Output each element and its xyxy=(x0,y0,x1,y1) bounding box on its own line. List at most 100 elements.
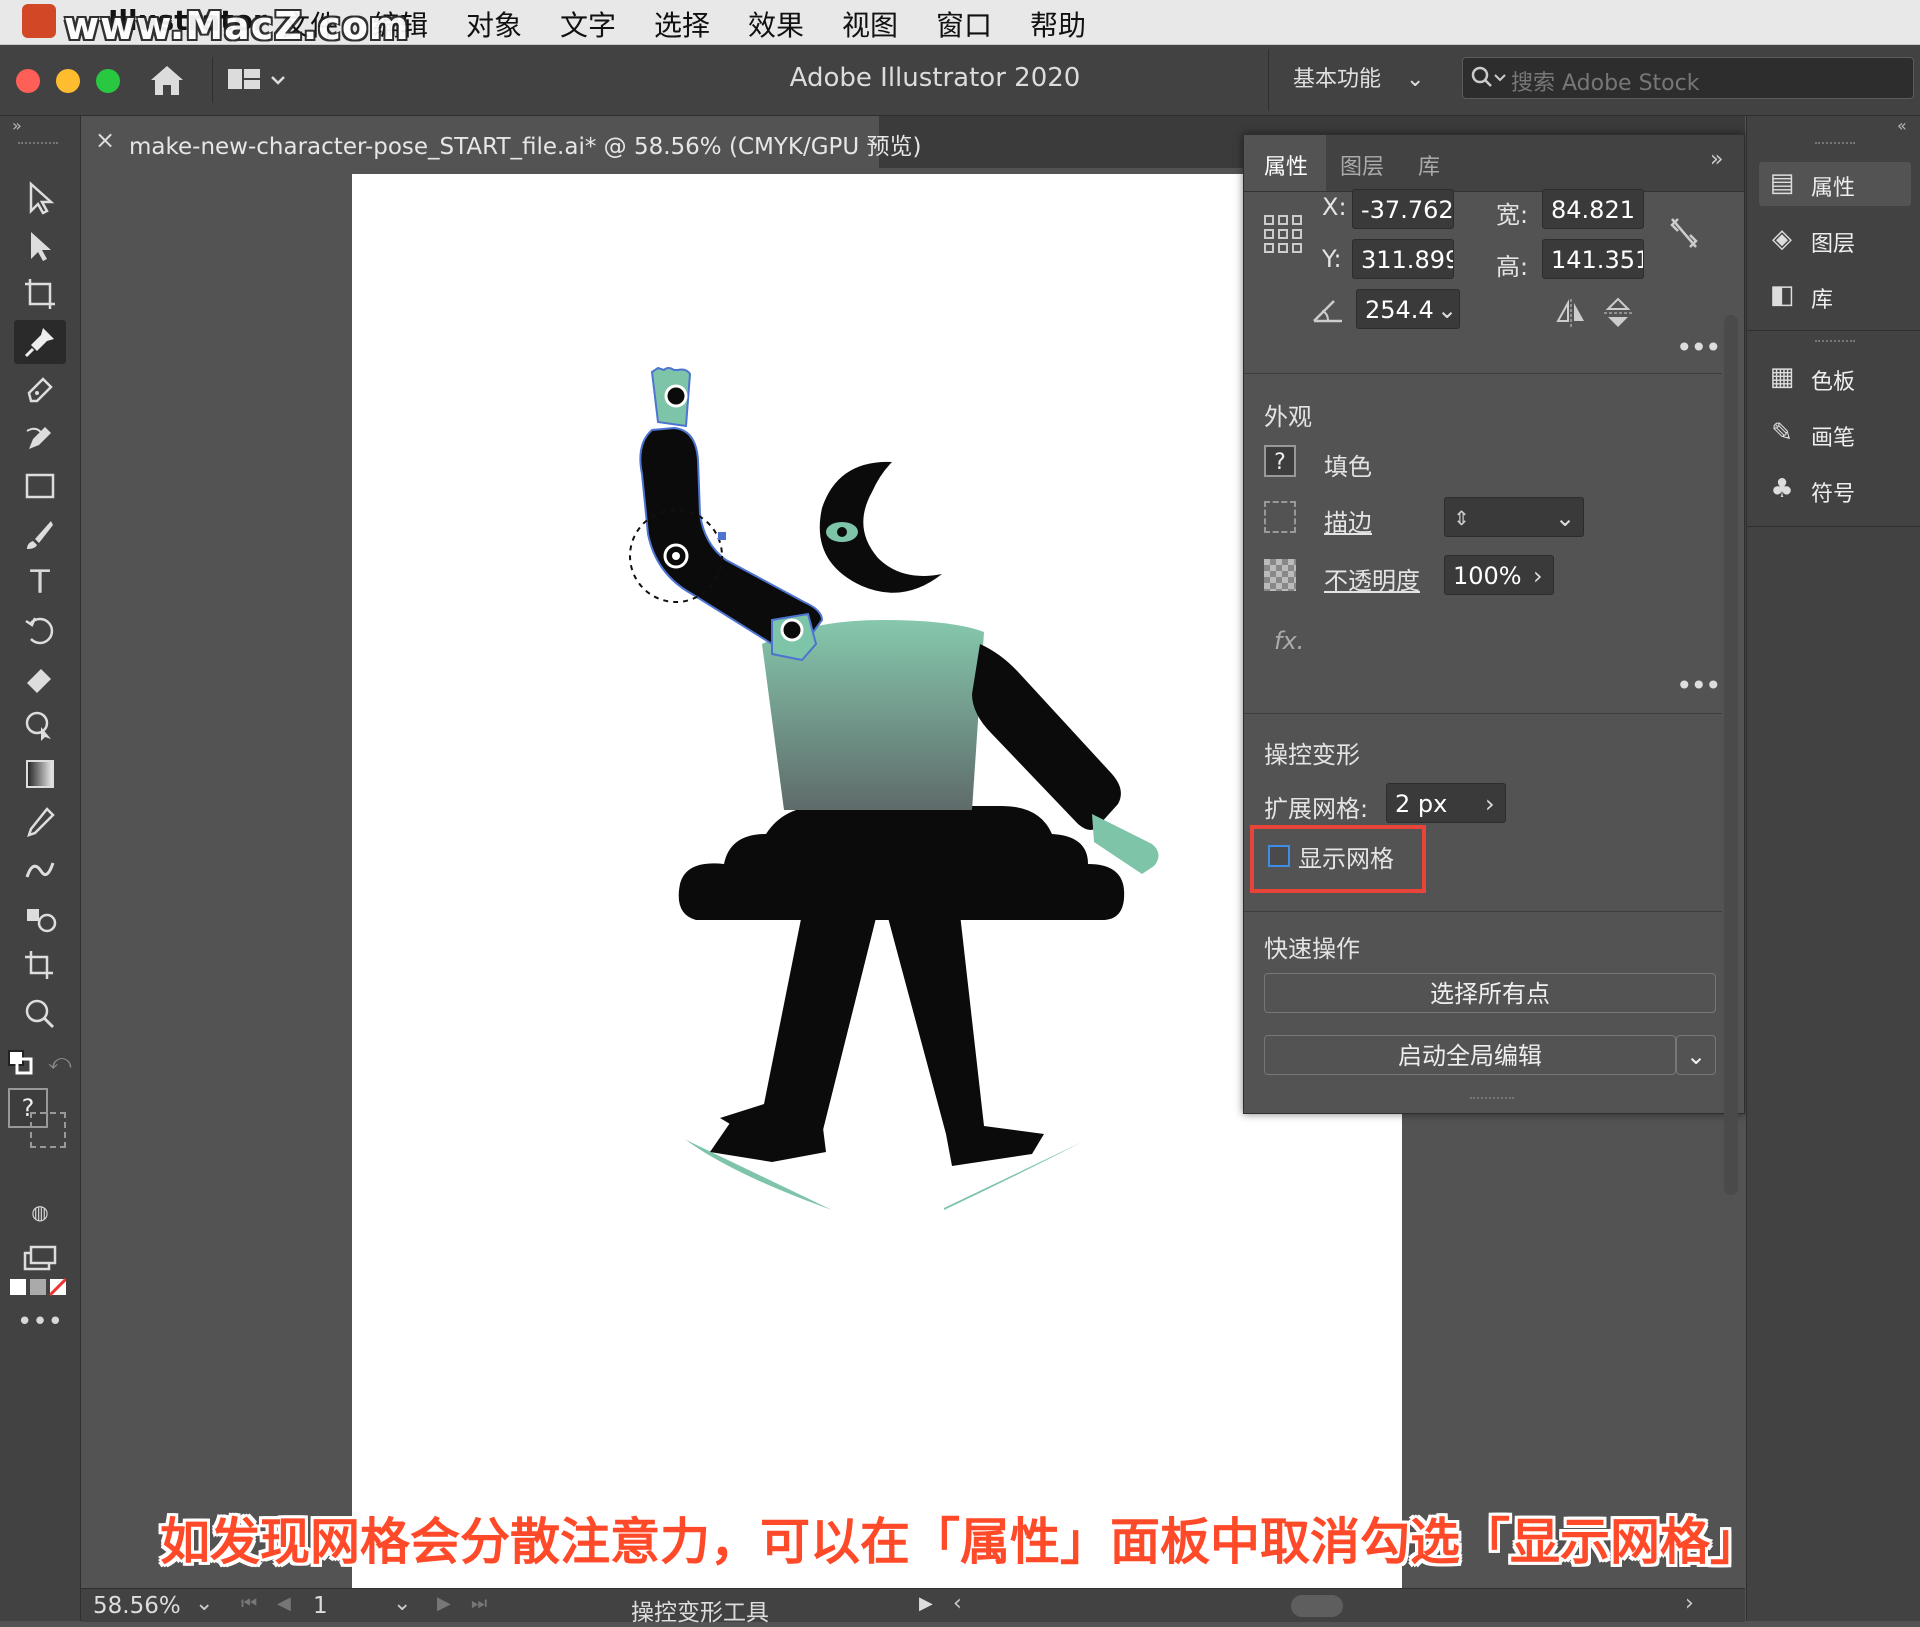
select-all-points-button[interactable]: 选择所有点 xyxy=(1264,973,1716,1013)
global-edit-button[interactable]: 启动全局编辑 xyxy=(1264,1035,1676,1075)
more-transform-options-icon[interactable]: ••• xyxy=(1676,331,1722,364)
curvature-tool-icon[interactable] xyxy=(14,416,66,460)
prev-page-icon[interactable]: ◀ xyxy=(277,1593,291,1614)
blend-tool-icon[interactable] xyxy=(14,896,66,940)
menu-select[interactable]: 选择 xyxy=(654,4,710,44)
collapse-dock-icon[interactable]: « xyxy=(1897,116,1907,135)
flip-vertical-icon[interactable] xyxy=(1604,297,1632,329)
page-chevron-down-icon[interactable]: ⌄ xyxy=(393,1591,411,1616)
chevron-down-icon[interactable]: ⌄ xyxy=(1437,290,1457,328)
rotate-input[interactable]: 254.4 ⌄ xyxy=(1356,289,1460,329)
menu-object[interactable]: 对象 xyxy=(466,4,522,44)
direct-selection-tool-icon[interactable] xyxy=(14,224,66,268)
paintbrush-tool-icon[interactable] xyxy=(14,512,66,556)
swatches-icon: ▦ xyxy=(1769,362,1795,392)
status-menu-icon[interactable]: ▶ xyxy=(919,1593,933,1614)
menu-help[interactable]: 帮助 xyxy=(1030,4,1086,44)
chevron-right-icon[interactable]: › xyxy=(1485,784,1495,822)
menu-window[interactable]: 窗口 xyxy=(936,4,992,44)
scroll-right-icon[interactable]: › xyxy=(1685,1591,1694,1616)
screen-mode-icon[interactable] xyxy=(14,1236,66,1280)
color-mode-icons[interactable] xyxy=(10,1277,68,1297)
height-input[interactable]: 141.351 xyxy=(1542,239,1644,279)
selection-tool-icon[interactable] xyxy=(14,176,66,220)
width-input[interactable]: 84.821 p xyxy=(1542,189,1644,229)
draw-mode-icon[interactable]: ◍ xyxy=(14,1190,66,1234)
rotate-handle[interactable] xyxy=(718,532,726,540)
next-page-icon[interactable]: ▶ xyxy=(437,1593,451,1614)
dock-item-libraries[interactable]: ◧ 库 xyxy=(1759,274,1911,318)
panel-scrollbar[interactable] xyxy=(1724,315,1738,1195)
pin-shoulder[interactable] xyxy=(780,618,804,642)
rectangle-tool-icon[interactable] xyxy=(14,464,66,508)
constrain-proportions-icon[interactable] xyxy=(1668,215,1700,251)
chevron-down-icon[interactable]: ⌄ xyxy=(1555,498,1575,536)
panel-collapse-icon[interactable]: » xyxy=(1710,147,1723,172)
shape-builder-tool-icon[interactable] xyxy=(14,704,66,748)
dock-item-symbols[interactable]: ♣ 符号 xyxy=(1759,468,1911,512)
dock-grip[interactable] xyxy=(1815,142,1855,150)
symbol-sprayer-tool-icon[interactable] xyxy=(14,848,66,892)
zoom-chevron-down-icon[interactable]: ⌄ xyxy=(195,1591,213,1616)
dock-grip[interactable] xyxy=(1815,340,1855,348)
tab-layers[interactable]: 图层 xyxy=(1340,149,1384,181)
zoom-level[interactable]: 58.56% xyxy=(93,1593,181,1619)
dock-label-brushes: 画笔 xyxy=(1811,426,1856,451)
dock-item-properties[interactable]: ▤ 属性 xyxy=(1759,162,1911,206)
show-mesh-checkbox[interactable] xyxy=(1268,845,1290,867)
stepper-icon[interactable]: ⇕ xyxy=(1453,498,1470,536)
document-tab[interactable]: × make-new-character-pose_START_file.ai*… xyxy=(81,116,922,168)
flip-horizontal-icon[interactable] xyxy=(1554,299,1588,327)
pin-hand[interactable] xyxy=(664,384,688,408)
swap-fill-stroke-icon[interactable]: ⤺ xyxy=(48,1050,72,1075)
expand-mesh-input[interactable]: 2 px › xyxy=(1386,783,1506,823)
more-tools-icon[interactable]: ••• xyxy=(14,1300,66,1344)
opacity-label[interactable]: 不透明度 xyxy=(1324,561,1420,596)
first-page-icon[interactable]: ⏮ xyxy=(241,1593,257,1614)
rotate-tool-icon[interactable] xyxy=(14,608,66,652)
tab-libraries[interactable]: 库 xyxy=(1418,149,1440,181)
pen-tool-icon[interactable] xyxy=(14,368,66,412)
fx-icon[interactable]: fx. xyxy=(1274,627,1304,655)
menu-view[interactable]: 视图 xyxy=(842,4,898,44)
stroke-weight-input[interactable]: ⇕ ⌄ xyxy=(1444,497,1584,537)
last-page-icon[interactable]: ⏭ xyxy=(471,1593,487,1614)
horizontal-scroll-thumb[interactable] xyxy=(1291,1595,1343,1617)
properties-icon: ▤ xyxy=(1769,168,1795,198)
close-tab-button[interactable]: × xyxy=(95,126,115,154)
dock-item-layers[interactable]: ◈ 图层 xyxy=(1759,218,1911,262)
y-input[interactable]: 311.899 xyxy=(1352,239,1454,279)
eyedropper-tool-icon[interactable] xyxy=(14,800,66,844)
page-number[interactable]: 1 xyxy=(313,1593,328,1619)
x-input[interactable]: -37.762( xyxy=(1352,189,1454,229)
reference-point-icon[interactable] xyxy=(1264,215,1302,253)
chevron-right-icon[interactable]: › xyxy=(1533,556,1543,594)
tab-properties[interactable]: 属性 xyxy=(1264,149,1308,181)
workspace-switcher[interactable]: 基本功能 ⌄ xyxy=(1268,49,1424,111)
puppet-warp-tool-icon[interactable] xyxy=(14,320,66,364)
show-mesh-label[interactable]: 显示网格 xyxy=(1298,839,1394,874)
zoom-tool-icon[interactable] xyxy=(14,992,66,1036)
opacity-input[interactable]: 100% › xyxy=(1444,555,1554,595)
more-appearance-options-icon[interactable]: ••• xyxy=(1676,669,1722,702)
fill-swatch[interactable]: ? xyxy=(1264,445,1296,477)
menu-effect[interactable]: 效果 xyxy=(748,4,804,44)
dock-item-brushes[interactable]: ✎ 画笔 xyxy=(1759,412,1911,456)
stock-search-input[interactable]: 搜索 Adobe Stock xyxy=(1462,57,1914,99)
stroke-swatch-icon[interactable] xyxy=(30,1112,66,1148)
scroll-left-icon[interactable]: ‹ xyxy=(953,1591,962,1616)
stroke-label[interactable]: 描边 xyxy=(1324,503,1372,538)
panel-resize-grip[interactable] xyxy=(1470,1097,1514,1105)
collapse-toolbar-icon[interactable]: » xyxy=(12,116,22,135)
global-edit-options-chevron-icon[interactable]: ⌄ xyxy=(1676,1035,1716,1075)
toolbar-grip[interactable] xyxy=(18,142,58,150)
artboard-tool-icon[interactable] xyxy=(14,272,66,316)
gradient-tool-icon[interactable] xyxy=(14,752,66,796)
eraser-tool-icon[interactable] xyxy=(14,656,66,700)
dock-item-swatches[interactable]: ▦ 色板 xyxy=(1759,356,1911,400)
default-fill-stroke-icon[interactable] xyxy=(8,1050,34,1076)
stroke-swatch[interactable] xyxy=(1264,501,1296,533)
crop-tool-icon[interactable] xyxy=(14,944,66,988)
type-tool-icon[interactable]: T xyxy=(14,560,66,604)
menu-type[interactable]: 文字 xyxy=(560,4,616,44)
